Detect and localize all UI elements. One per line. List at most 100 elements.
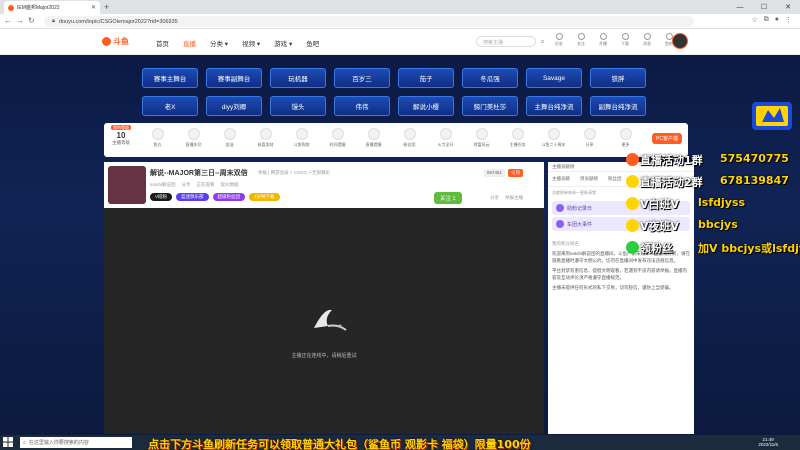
overlay-value: 575470775 [720, 152, 789, 165]
url-host: douyu.com [58, 18, 86, 25]
player-switch-button[interactable]: 铁胖 [590, 68, 646, 88]
lock-icon: 🔒︎ [52, 18, 55, 24]
overlay-label: V白班V [640, 198, 680, 211]
overlay-value: 加V bbcjys或lsfdjys [698, 242, 800, 255]
broadcast-button[interactable]: 开播 [596, 33, 610, 47]
anchor-level[interactable]: 我的等级 10 主播等级 [106, 125, 136, 146]
download-button[interactable]: 下载 [618, 33, 632, 47]
streamer-avatar[interactable] [108, 166, 146, 204]
forward-icon[interactable]: → [16, 16, 24, 25]
nav-category[interactable]: 分类 ▾ [210, 38, 228, 48]
douyu-fish-icon [102, 37, 111, 46]
system-clock[interactable]: 21:49 2022/11/6 [758, 437, 778, 448]
stream-chip[interactable]: V班粉 [150, 193, 173, 201]
tab-week-contrib[interactable]: 周贡献榜 [580, 176, 598, 182]
task-item[interactable]: 主播任务 [504, 128, 531, 148]
extensions-icon[interactable]: ⧉ [764, 16, 769, 24]
stream-chip[interactable]: 蓝迷俱乐部 [176, 193, 209, 201]
url-field[interactable]: 🔒︎ douyu.com/topic/CSGOiemajor2022?rid=3… [44, 16, 694, 27]
player-switch-button[interactable]: 玩机器 [270, 68, 326, 88]
stream-title: 解说--MAJOR第三日--周末双倍 [150, 170, 248, 177]
new-tab-icon[interactable]: + [104, 2, 109, 12]
nav-game[interactable]: 游戏 ▾ [274, 38, 292, 48]
history-button[interactable]: 历史 [552, 33, 566, 47]
event-promo-icon[interactable] [748, 96, 796, 136]
windows-start-icon[interactable] [3, 437, 13, 447]
back-icon[interactable]: ← [4, 16, 12, 25]
follow-button[interactable]: 关注 1 [434, 192, 462, 204]
tab-fans[interactable]: 粉丝团 [608, 176, 622, 182]
player-switch-button[interactable]: 冬瓜强 [462, 68, 518, 88]
player-switch-button[interactable]: 茄子 [398, 68, 454, 88]
task-item[interactable]: 斗鱼购物 [288, 128, 315, 148]
player-switch-button[interactable]: 主舞台纯净流 [526, 96, 582, 116]
player-switch-button[interactable]: 百岁三 [334, 68, 390, 88]
player-switch-button[interactable]: 赛事主舞台 [142, 68, 198, 88]
overlay-icon [626, 219, 639, 232]
owner-name[interactable]: satohi解说团 [150, 182, 176, 188]
nav-yuba[interactable]: 鱼吧 [306, 38, 319, 48]
task-item[interactable]: 更多 [612, 128, 639, 148]
maximize-icon[interactable]: ☐ [752, 0, 776, 14]
browser-tab[interactable]: IEM盛邦Major2022 ✕ [4, 1, 100, 14]
task-item[interactable]: 粉丝团 [396, 128, 423, 148]
pc-client-button[interactable]: PC客户端 [652, 133, 682, 144]
task-icon [223, 128, 236, 140]
message-button[interactable]: 消息 [640, 33, 654, 47]
os-search-input[interactable]: ⌕ 在这里输入你要搜索的内容 [20, 437, 132, 448]
overlay-icon [626, 153, 639, 166]
report-button[interactable]: 举报主播 [505, 195, 523, 201]
overlay-label: V夜班V [640, 220, 680, 233]
player-switch-button[interactable]: 馒头 [270, 96, 326, 116]
task-item[interactable]: 财富风云 [468, 128, 495, 148]
audience-data-link[interactable]: 观众数据 [221, 182, 239, 188]
share-actions: 分享 举报主播 [490, 195, 523, 201]
player-switch-button[interactable]: Savage [526, 68, 582, 88]
site-header: 斗鱼 首页 直播 分类 ▾ 视频 ▾ 游戏 ▾ 鱼吧 搜索主播 历史 关注 开播… [0, 29, 800, 55]
stream-chip[interactable]: 1分钟下载 [249, 193, 280, 201]
player-switch-button[interactable]: diyy刘卿 [206, 96, 262, 116]
stream-chip[interactable]: 超级粉丝团 [212, 193, 246, 201]
bell-icon [643, 33, 651, 40]
profile-icon[interactable]: ● [775, 16, 779, 24]
nav-home[interactable]: 首页 [156, 38, 169, 48]
task-item[interactable]: 火力全开 [432, 128, 459, 148]
nav-live[interactable]: 直播 [183, 38, 196, 48]
task-icon [619, 128, 632, 140]
player-switch-button[interactable]: 赛事副舞台 [206, 68, 262, 88]
follow-button[interactable]: 关注 [574, 33, 588, 47]
reload-icon[interactable]: ↻ [28, 16, 35, 25]
user-avatar[interactable] [672, 33, 688, 49]
task-icon [259, 128, 272, 140]
douyu-logo[interactable]: 斗鱼 [102, 36, 129, 47]
os-taskbar: ⌕ 在这里输入你要搜索的内容 点击下方斗鱼刷新任务可以领取普通大礼包（鲨鱼币 观… [0, 435, 800, 450]
task-item[interactable]: 加油 [216, 128, 243, 148]
task-icon [367, 128, 380, 140]
task-label: 直播庆功 [185, 142, 202, 147]
share-link[interactable]: 分享 [182, 182, 191, 188]
search-input[interactable]: 搜索主播 [476, 36, 545, 47]
task-item[interactable]: 直播庆功 [180, 128, 207, 148]
task-item[interactable]: 恭喜发财 [252, 128, 279, 148]
task-item[interactable]: 分享 [576, 128, 603, 148]
tab-close-icon[interactable]: ✕ [91, 4, 96, 11]
hot-badge: 火热 [508, 169, 524, 177]
player-switch-button[interactable]: 解说小樱 [398, 96, 454, 116]
player-switch-button[interactable]: 伟伟 [334, 96, 390, 116]
player-switch-button[interactable]: 鲸门美杜莎 [462, 96, 518, 116]
task-item[interactable]: 直播提醒 [360, 128, 387, 148]
stream-chips: V班粉 蓝迷俱乐部 超级粉丝团 1分钟下载 [150, 193, 280, 201]
nav-video[interactable]: 视频 ▾ [242, 38, 260, 48]
star-icon[interactable]: ☆ [751, 16, 757, 24]
tab-anchor-contrib[interactable]: 主播贡献 [552, 176, 570, 182]
player-switch-button[interactable]: 老X [142, 96, 198, 116]
share-button[interactable]: 分享 [490, 195, 499, 201]
minimize-icon[interactable]: — [728, 0, 752, 14]
video-player[interactable]: 解说--MAJOR第三日--周末双倍 举报 | 网游竞技 > CSGO > 无限… [104, 162, 544, 434]
task-item[interactable]: 鱼丸 [144, 128, 171, 148]
window-close-icon[interactable]: ✕ [776, 0, 800, 14]
menu-icon[interactable]: ⋮ [785, 16, 792, 24]
player-switch-button[interactable]: 副舞台纯净流 [590, 96, 646, 116]
task-item[interactable]: 时间提醒 [324, 128, 351, 148]
task-item[interactable]: 斗鱼二十周年 [540, 128, 567, 148]
